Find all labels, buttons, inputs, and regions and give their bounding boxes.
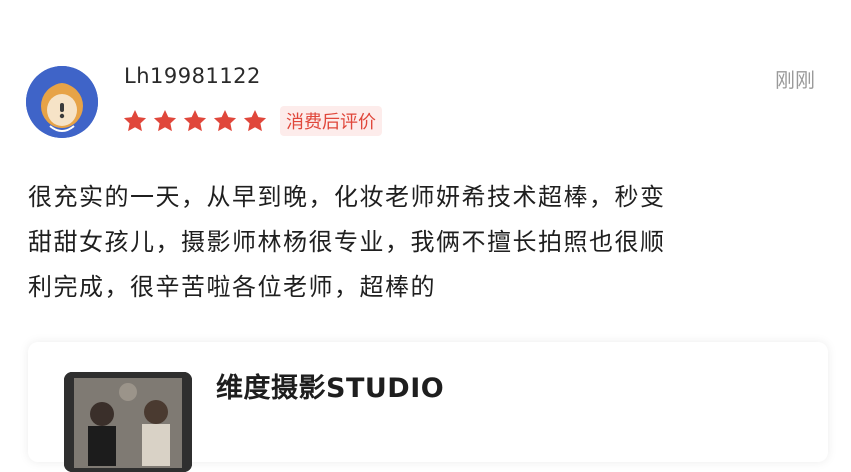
star-icon	[213, 109, 237, 132]
avatar[interactable]	[26, 66, 98, 138]
review-text-line: 很充实的一天，从早到晚，化妆老师妍希技术超棒，秒变	[28, 183, 666, 211]
star-icon	[183, 109, 207, 132]
shop-name[interactable]: 维度摄影STUDIO	[216, 366, 444, 405]
review-type-tag: 消费后评价	[280, 106, 382, 136]
star-icon	[243, 109, 267, 132]
star-icon	[123, 109, 147, 132]
username[interactable]: Lh19981122	[124, 64, 261, 88]
star-rating	[122, 108, 268, 134]
review-text: 很充实的一天，从早到晚，化妆老师妍希技术超棒，秒变 甜甜女孩儿，摄影师林杨很专业…	[28, 175, 828, 310]
review-text-line: 甜甜女孩儿，摄影师林杨很专业，我俩不擅长拍照也很顺	[28, 228, 666, 256]
shop-photo-image	[64, 372, 192, 472]
review-time: 刚刚	[775, 68, 815, 92]
review-text-line: 利完成，很辛苦啦各位老师，超棒的	[28, 273, 436, 301]
shop-thumbnail[interactable]	[64, 372, 192, 472]
rating-row: 消费后评价	[122, 106, 382, 136]
star-icon	[153, 109, 177, 132]
review-header: Lh19981122 刚刚 消费后评价	[0, 0, 851, 160]
shop-card[interactable]: 维度摄影STUDIO	[28, 342, 828, 472]
cartoon-avatar-icon	[26, 66, 98, 138]
